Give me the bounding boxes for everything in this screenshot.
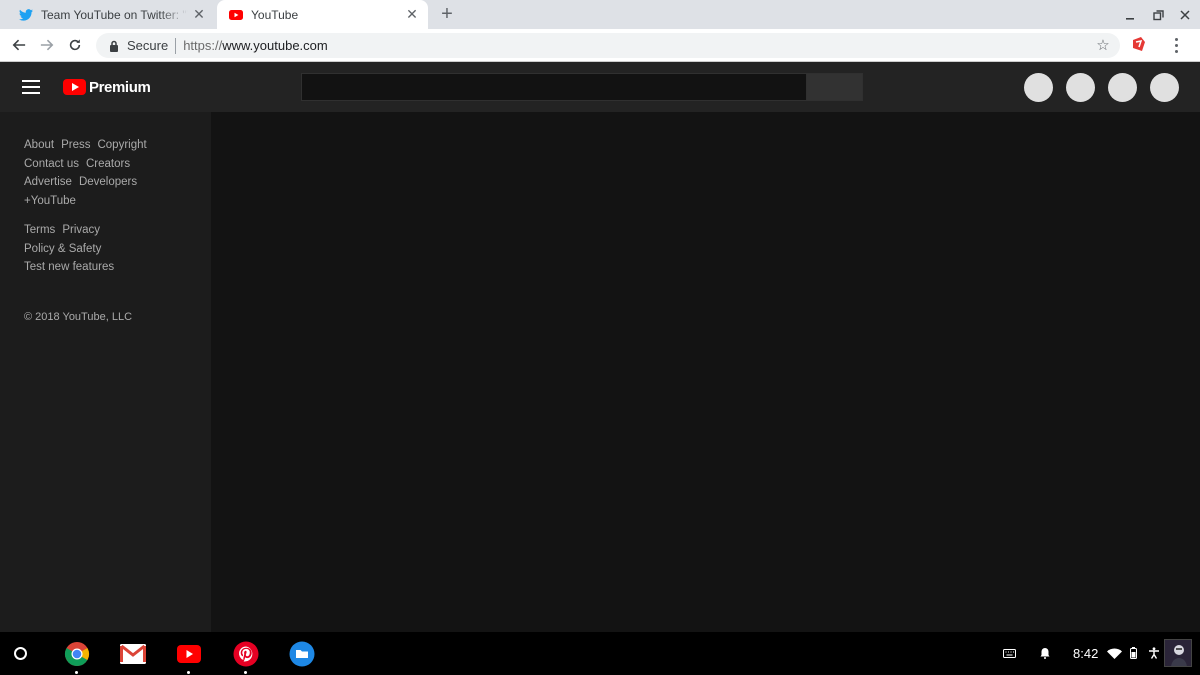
keyboard-icon[interactable]: [1002, 645, 1016, 661]
running-indicator: [244, 671, 247, 674]
launcher-icon[interactable]: [14, 647, 27, 660]
footer-link-contact[interactable]: Contact us: [24, 155, 79, 174]
clock-time[interactable]: 8:42: [1073, 646, 1098, 661]
running-indicator: [75, 671, 78, 674]
lock-icon: [108, 39, 120, 53]
masthead-button-placeholder[interactable]: [1024, 73, 1053, 102]
copyright-text: © 2018 YouTube, LLC: [24, 311, 133, 323]
url-host: www.youtube.com: [222, 38, 328, 53]
footer-link-creators[interactable]: Creators: [86, 155, 130, 174]
youtube-premium-logo[interactable]: Premium: [63, 78, 151, 96]
browser-toolbar: Secure https:// www.youtube.com ☆: [0, 29, 1200, 62]
pinterest-icon[interactable]: [232, 640, 260, 674]
footer-link-about[interactable]: About: [24, 136, 54, 155]
browser-tab-strip: Team YouTube on Twitter: "Than ✕ YouTube…: [0, 0, 1200, 29]
gmail-icon[interactable]: [119, 640, 147, 668]
close-tab-icon[interactable]: ✕: [188, 4, 210, 26]
minimize-icon[interactable]: [1120, 5, 1140, 25]
footer-link-privacy[interactable]: Privacy: [62, 221, 100, 240]
footer-link-copyright[interactable]: Copyright: [97, 136, 146, 155]
avatar[interactable]: [1164, 639, 1192, 667]
tab-twitter[interactable]: Team YouTube on Twitter: "Than ✕: [0, 0, 215, 29]
url-scheme: https://: [183, 38, 223, 53]
tab-title: Team YouTube on Twitter: "Than: [41, 7, 188, 22]
footer-link-test-features[interactable]: Test new features: [24, 258, 114, 277]
back-arrow-icon[interactable]: [8, 34, 30, 56]
footer-link-terms[interactable]: Terms: [24, 221, 55, 240]
running-indicator: [187, 671, 190, 674]
footer-links: About Press Copyright Contact us Creator…: [24, 136, 194, 277]
reload-icon[interactable]: [64, 34, 86, 56]
chrome-icon[interactable]: [63, 640, 91, 674]
footer-link-developers[interactable]: Developers: [79, 173, 137, 192]
masthead-button-placeholder[interactable]: [1108, 73, 1137, 102]
kebab-menu-icon[interactable]: [1170, 34, 1182, 56]
notification-bell-icon[interactable]: [1039, 645, 1051, 661]
footer-link-press[interactable]: Press: [61, 136, 90, 155]
brand-label: Premium: [89, 78, 151, 96]
divider: [175, 37, 177, 54]
main-content-area: [211, 112, 1200, 632]
restore-icon[interactable]: [1148, 5, 1168, 25]
youtube-masthead: Premium: [0, 62, 1200, 112]
wifi-icon[interactable]: [1106, 645, 1122, 661]
address-bar[interactable]: Secure https:// www.youtube.com ☆: [96, 33, 1120, 58]
hamburger-menu-icon[interactable]: [22, 79, 40, 95]
guide-sidebar: About Press Copyright Contact us Creator…: [0, 112, 211, 632]
tab-youtube[interactable]: YouTube ✕: [217, 0, 428, 29]
footer-link-advertise[interactable]: Advertise: [24, 173, 72, 192]
youtube-play-icon: [63, 79, 86, 95]
forward-arrow-icon[interactable]: [36, 34, 58, 56]
footer-link-plus-youtube[interactable]: +YouTube: [24, 192, 76, 211]
security-label: Secure: [127, 38, 169, 53]
footer-link-policy-safety[interactable]: Policy & Safety: [24, 240, 101, 259]
os-shelf: 8:42: [0, 632, 1200, 675]
bookmark-star-icon[interactable]: ☆: [1094, 36, 1112, 54]
extension-icon[interactable]: [1131, 36, 1147, 52]
close-tab-icon[interactable]: ✕: [401, 4, 423, 26]
masthead-button-placeholder[interactable]: [1066, 73, 1095, 102]
search-input[interactable]: [301, 73, 807, 101]
battery-icon[interactable]: [1128, 645, 1138, 661]
youtube-icon: [228, 7, 244, 23]
twitter-bird-icon: [18, 7, 34, 23]
plus-icon[interactable]: +: [436, 3, 458, 25]
youtube-icon[interactable]: [175, 640, 203, 674]
accessibility-icon[interactable]: [1147, 645, 1161, 661]
search-button[interactable]: [806, 73, 863, 101]
tab-title: YouTube: [251, 7, 299, 22]
files-icon[interactable]: [288, 640, 316, 668]
close-icon[interactable]: [1175, 5, 1195, 25]
avatar[interactable]: [1150, 73, 1179, 102]
